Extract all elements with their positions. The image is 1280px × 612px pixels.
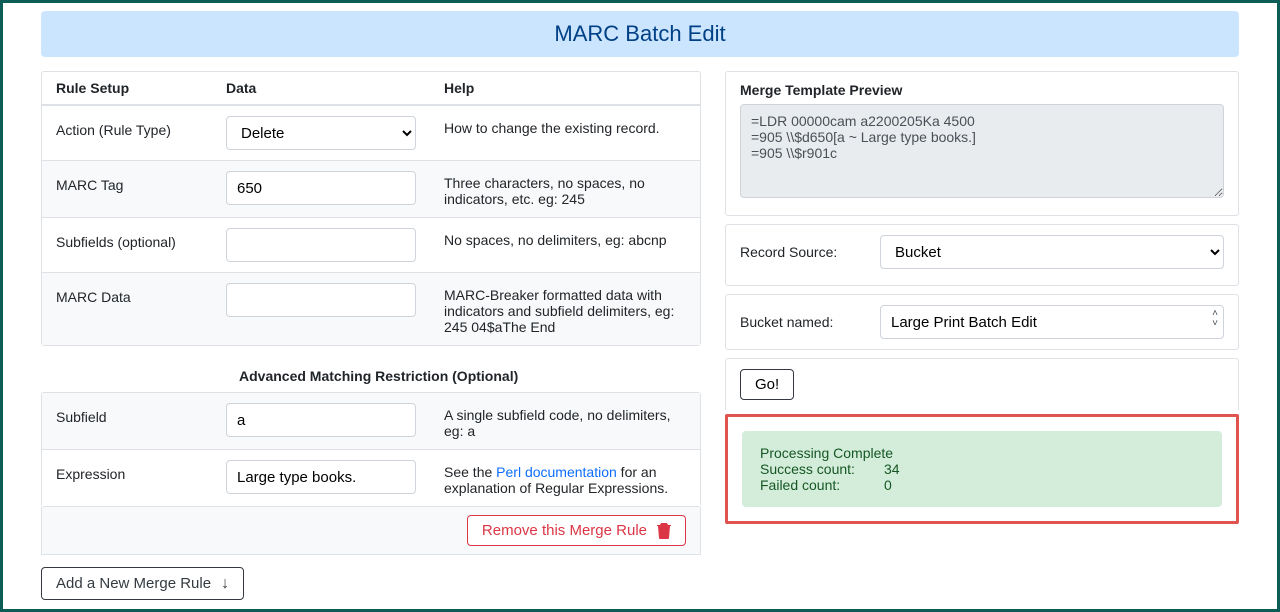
action-label: Action (Rule Type) — [56, 116, 226, 138]
processing-result: Processing Complete Success count: 34 Fa… — [742, 431, 1222, 507]
action-help: How to change the existing record. — [444, 116, 686, 136]
marc-data-help: MARC-Breaker formatted data with indicat… — [444, 283, 686, 335]
bucket-label: Bucket named: — [740, 314, 850, 330]
record-source-panel: Record Source: Bucket — [725, 224, 1239, 286]
header-data: Data — [226, 80, 444, 96]
trash-icon — [657, 523, 671, 539]
merge-preview-textarea[interactable] — [740, 104, 1224, 198]
remove-rule-label: Remove this Merge Rule — [482, 522, 647, 539]
chevron-down-icon[interactable]: ˅ — [1212, 319, 1218, 329]
marc-data-input[interactable] — [226, 283, 416, 317]
marc-tag-input[interactable] — [226, 171, 416, 205]
subfields-input[interactable] — [226, 228, 416, 262]
record-source-label: Record Source: — [740, 244, 850, 260]
success-count-label: Success count: — [760, 461, 860, 477]
failed-count-label: Failed count: — [760, 477, 860, 493]
action-select[interactable]: Delete — [226, 116, 416, 150]
header-help: Help — [444, 80, 686, 96]
advanced-heading: Advanced Matching Restriction (Optional) — [41, 360, 701, 392]
header-rule-setup: Rule Setup — [56, 80, 226, 96]
merge-preview-label: Merge Template Preview — [740, 82, 1224, 98]
adv-expression-label: Expression — [56, 460, 226, 482]
add-rule-label: Add a New Merge Rule — [56, 575, 211, 592]
merge-preview-panel: Merge Template Preview — [725, 71, 1239, 216]
subfields-help: No spaces, no delimiters, eg: abcnp — [444, 228, 686, 248]
result-highlight: Processing Complete Success count: 34 Fa… — [725, 414, 1239, 524]
go-button[interactable]: Go! — [740, 369, 794, 400]
success-count-value: 34 — [884, 461, 900, 477]
arrow-down-icon: ↓ — [221, 576, 229, 592]
adv-subfield-label: Subfield — [56, 403, 226, 425]
perl-doc-link[interactable]: Perl documentation — [496, 464, 617, 480]
marc-data-label: MARC Data — [56, 283, 226, 305]
adv-subfield-help: A single subfield code, no delimiters, e… — [444, 403, 686, 439]
add-rule-button[interactable]: Add a New Merge Rule ↓ — [41, 567, 244, 600]
bucket-name-input[interactable] — [880, 305, 1224, 339]
rule-table: Rule Setup Data Help Action (Rule Type) … — [41, 71, 701, 346]
bucket-spinner[interactable]: ˄˅ — [1212, 309, 1218, 329]
marc-tag-label: MARC Tag — [56, 171, 226, 193]
page-title: MARC Batch Edit — [41, 11, 1239, 57]
failed-count-value: 0 — [884, 477, 892, 493]
adv-expression-input[interactable] — [226, 460, 416, 494]
bucket-panel: Bucket named: ˄˅ — [725, 294, 1239, 350]
processing-complete-text: Processing Complete — [760, 445, 1204, 461]
record-source-select[interactable]: Bucket — [880, 235, 1224, 269]
subfields-label: Subfields (optional) — [56, 228, 226, 250]
adv-expression-help: See the Perl documentation for an explan… — [444, 460, 686, 496]
marc-tag-help: Three characters, no spaces, no indicato… — [444, 171, 686, 207]
adv-subfield-input[interactable] — [226, 403, 416, 437]
remove-rule-button[interactable]: Remove this Merge Rule — [467, 515, 686, 546]
